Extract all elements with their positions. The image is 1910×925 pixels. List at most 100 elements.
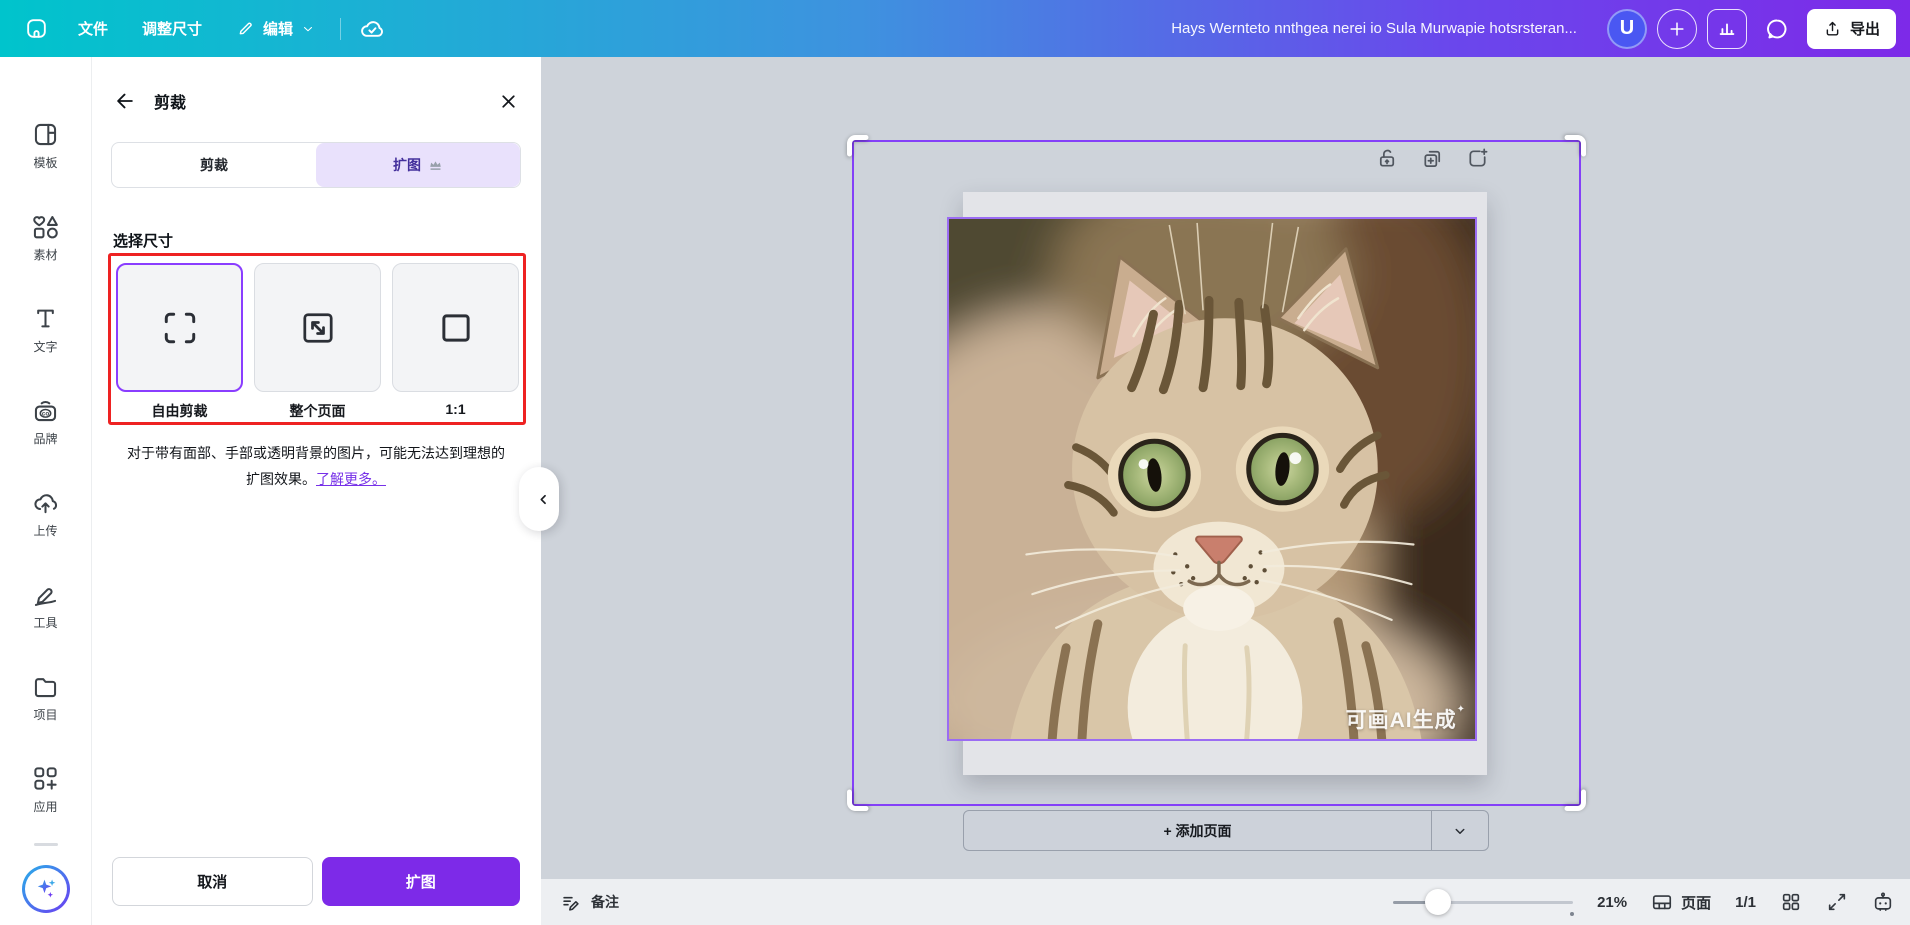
topbar-actions: U 导出 [1607,9,1896,49]
zoom-percent[interactable]: 21% [1597,894,1627,911]
sidebar-item-tools[interactable]: 工具 [32,581,59,631]
avatar[interactable]: U [1607,9,1647,49]
insights-button[interactable] [1707,9,1747,49]
expand-confirm-button[interactable]: 扩图 [322,857,521,906]
top-bar: 文件 调整尺寸 编辑 Hays Wernteto nnthgea nerei i… [0,0,1910,57]
add-page-button[interactable]: + 添加页面 [964,811,1431,850]
zoom-slider[interactable] [1393,889,1573,915]
topbar-divider [340,18,341,40]
option-whole-page[interactable]: 整个页面 [254,263,381,421]
grid-view-icon[interactable] [1780,891,1802,913]
square-ratio-icon [437,309,475,347]
sidebar-item-templates[interactable]: 模板 [32,121,59,171]
assistant-robot-icon[interactable] [1872,891,1894,913]
selection-frame[interactable] [852,140,1581,806]
sidebar-item-uploads[interactable]: 上传 [32,489,59,539]
magic-sparkle-icon [33,876,59,902]
sidebar-item-brand[interactable]: co 品牌 [32,397,59,447]
back-arrow-icon[interactable] [114,90,136,112]
notes-icon [561,892,582,913]
option-whole-page-card[interactable] [254,263,381,392]
home-button[interactable] [14,9,59,49]
status-bar: 备注 21% 页面 1/1 [541,879,1910,925]
crop-free-icon [161,309,199,347]
close-icon[interactable] [498,91,519,112]
menu-resize[interactable]: 调整尺寸 [127,9,217,49]
bar-chart-icon [1716,18,1738,40]
add-page-dropdown[interactable] [1431,811,1488,850]
cloud-check-icon [359,16,385,42]
resize-handle-top-right[interactable] [1563,134,1587,158]
pencil-icon [236,19,255,38]
apps-icon [32,765,59,792]
panel-header: 剪裁 [114,89,519,113]
sidebar-item-elements[interactable]: 素材 [32,213,59,263]
zoom-slider-track[interactable] [1393,901,1573,904]
elements-icon [32,213,59,240]
ai-assistant-button[interactable] [22,865,70,913]
uploads-icon [32,489,59,516]
page-toolbar [1376,147,1489,170]
menu-file[interactable]: 文件 [63,9,123,49]
sidebar-item-text[interactable]: 文字 [32,305,59,355]
option-1-1[interactable]: 1:1 [392,263,519,421]
invite-member-button[interactable] [1657,9,1697,49]
cancel-button[interactable]: 取消 [112,857,313,906]
duplicate-icon[interactable] [1421,147,1444,170]
menu-edit[interactable]: 编辑 [221,9,330,49]
sidebar-more-indicator [34,843,58,846]
tools-icon [32,581,59,608]
zoom-slider-thumb[interactable] [1425,889,1451,915]
templates-icon [32,121,59,148]
expand-page-icon [299,309,337,347]
size-options: 自由剪裁 整个页面 1:1 [116,263,519,421]
lock-open-icon[interactable] [1376,147,1399,170]
option-free-crop[interactable]: 自由剪裁 [116,263,243,421]
chevron-left-icon [536,492,551,507]
learn-more-link[interactable]: 了解更多。 [316,471,386,487]
plus-icon [1667,19,1687,39]
fullscreen-icon[interactable] [1826,891,1848,913]
page-indicator: 1/1 [1735,894,1756,911]
pages-icon [1651,891,1673,913]
crown-icon [428,159,443,171]
annotation-highlight-box: 自由剪裁 整个页面 1:1 [108,253,526,425]
svg-text:co: co [42,411,50,418]
tab-expand[interactable]: 扩图 [316,143,520,187]
comments-button[interactable] [1757,9,1797,49]
autosave-status[interactable] [351,9,393,49]
comment-bubble-icon [1764,16,1790,42]
pages-view-button[interactable]: 页面 [1651,891,1711,913]
option-1-1-card[interactable] [392,263,519,392]
design-canvas[interactable]: 可画AI生成✦ + 添加 [541,57,1910,879]
resize-handle-top-left[interactable] [846,134,870,158]
resize-handle-bottom-left[interactable] [846,788,870,812]
statusbar-right: 21% 页面 1/1 [1393,889,1894,915]
projects-icon [32,673,59,700]
export-icon [1823,19,1842,38]
app-sidebar: 模板 素材 文字 co 品牌 上传 [0,57,92,925]
option-free-crop-card[interactable] [116,263,243,392]
export-button[interactable]: 导出 [1807,9,1896,49]
text-icon [32,305,59,332]
chevron-down-icon [301,22,315,36]
crop-panel: 剪裁 剪裁 扩图 选择尺寸 [92,57,541,925]
panel-footer: 取消 扩图 [112,857,520,906]
brand-icon: co [32,397,59,424]
crop-tabs: 剪裁 扩图 [111,142,521,188]
add-frame-icon[interactable] [1466,147,1489,170]
home-icon [24,16,49,41]
sidebar-item-apps[interactable]: 应用 [32,765,59,815]
sidebar-item-projects[interactable]: 项目 [32,673,59,723]
zoom-slider-end-dot [1570,912,1574,916]
ai-assistant-inner [25,868,67,910]
resize-handle-bottom-right[interactable] [1563,788,1587,812]
notes-button[interactable]: 备注 [561,892,619,913]
section-title: 选择尺寸 [113,230,173,251]
panel-title: 剪裁 [154,89,186,113]
expand-note: 对于带有面部、手部或透明背景的图片，可能无法达到理想的 扩图效果。了解更多。 [102,440,530,492]
panel-collapse-handle[interactable] [519,467,559,531]
add-page-button-group: + 添加页面 [963,810,1489,851]
tab-crop[interactable]: 剪裁 [112,143,316,187]
design-title[interactable]: Hays Wernteto nnthgea nerei io Sula Murw… [1171,20,1577,37]
